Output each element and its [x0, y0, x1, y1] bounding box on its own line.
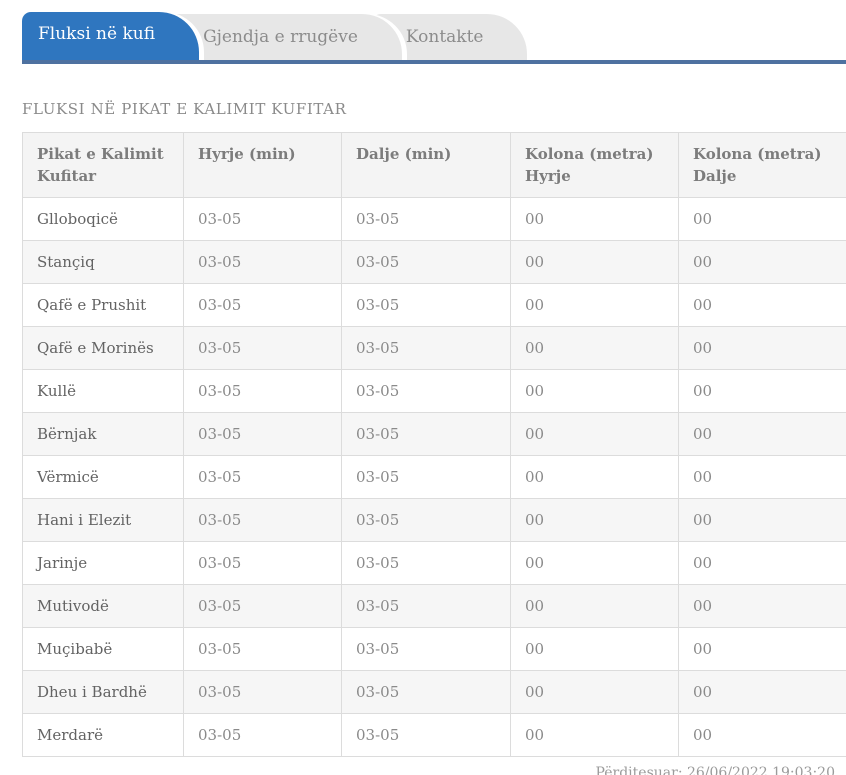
border-flow-table: Pikat e Kalimit Kufitar Hyrje (min) Dalj… [22, 132, 846, 757]
queue-entry-cell: 00 [510, 326, 679, 370]
table-row: Dheu i Bardhë 03-05 03-05 00 00 [22, 670, 846, 714]
exit-min-cell: 03-05 [341, 197, 511, 241]
table-row: Jarinje 03-05 03-05 00 00 [22, 541, 846, 585]
crossing-name-cell: Bërnjak [22, 412, 184, 456]
crossing-name-cell: Hani i Elezit [22, 498, 184, 542]
column-header-queue-exit: Kolona (metra) Dalje [678, 132, 846, 198]
queue-exit-cell: 00 [678, 541, 846, 585]
crossing-name-cell: Qafë e Morinës [22, 326, 184, 370]
queue-exit-cell: 00 [678, 326, 846, 370]
border-flow-table-wrap: Pikat e Kalimit Kufitar Hyrje (min) Dalj… [22, 132, 846, 757]
exit-min-cell: 03-05 [341, 627, 511, 671]
queue-exit-cell: 00 [678, 670, 846, 714]
entry-min-cell: 03-05 [183, 326, 342, 370]
queue-entry-cell: 00 [510, 670, 679, 714]
queue-entry-cell: 00 [510, 713, 679, 757]
exit-min-cell: 03-05 [341, 369, 511, 413]
crossing-name-cell: Merdarë [22, 713, 184, 757]
queue-entry-cell: 00 [510, 412, 679, 456]
exit-min-cell: 03-05 [341, 584, 511, 628]
exit-min-cell: 03-05 [341, 240, 511, 284]
entry-min-cell: 03-05 [183, 498, 342, 542]
crossing-name-cell: Mutivodë [22, 584, 184, 628]
page-title: FLUKSI NË PIKAT E KALIMIT KUFITAR [22, 100, 347, 118]
table-row: Qafë e Morinës 03-05 03-05 00 00 [22, 326, 846, 370]
exit-min-cell: 03-05 [341, 713, 511, 757]
exit-min-cell: 03-05 [341, 670, 511, 714]
table-row: Glloboqicë 03-05 03-05 00 00 [22, 197, 846, 241]
entry-min-cell: 03-05 [183, 670, 342, 714]
crossing-name-cell: Stançiq [22, 240, 184, 284]
table-row: Vërmicë 03-05 03-05 00 00 [22, 455, 846, 499]
entry-min-cell: 03-05 [183, 283, 342, 327]
exit-min-cell: 03-05 [341, 498, 511, 542]
entry-min-cell: 03-05 [183, 240, 342, 284]
queue-entry-cell: 00 [510, 197, 679, 241]
column-header-exit-min: Dalje (min) [341, 132, 511, 198]
queue-entry-cell: 00 [510, 627, 679, 671]
table-header-row: Pikat e Kalimit Kufitar Hyrje (min) Dalj… [22, 132, 846, 198]
exit-min-cell: 03-05 [341, 283, 511, 327]
exit-min-cell: 03-05 [341, 326, 511, 370]
exit-min-cell: 03-05 [341, 412, 511, 456]
table-row: Kullë 03-05 03-05 00 00 [22, 369, 846, 413]
table-row: Stançiq 03-05 03-05 00 00 [22, 240, 846, 284]
table-row: Hani i Elezit 03-05 03-05 00 00 [22, 498, 846, 542]
tab-gjendja-e-rrugeve[interactable]: Gjendja e rrugëve [169, 14, 402, 60]
table-row: Qafë e Prushit 03-05 03-05 00 00 [22, 283, 846, 327]
crossing-name-cell: Muçibabë [22, 627, 184, 671]
entry-min-cell: 03-05 [183, 197, 342, 241]
table-row: Merdarë 03-05 03-05 00 00 [22, 713, 846, 757]
table-row: Bërnjak 03-05 03-05 00 00 [22, 412, 846, 456]
queue-exit-cell: 00 [678, 283, 846, 327]
tab-bar: Fluksi në kufi Gjendja e rrugëve Kontakt… [22, 0, 846, 64]
exit-min-cell: 03-05 [341, 541, 511, 585]
exit-min-cell: 03-05 [341, 455, 511, 499]
entry-min-cell: 03-05 [183, 627, 342, 671]
column-header-queue-entry: Kolona (metra) Hyrje [510, 132, 679, 198]
queue-exit-cell: 00 [678, 412, 846, 456]
queue-entry-cell: 00 [510, 584, 679, 628]
queue-exit-cell: 00 [678, 713, 846, 757]
queue-exit-cell: 00 [678, 197, 846, 241]
entry-min-cell: 03-05 [183, 455, 342, 499]
crossing-name-cell: Kullë [22, 369, 184, 413]
entry-min-cell: 03-05 [183, 584, 342, 628]
last-updated-timestamp: Përditesuar: 26/06/2022 19:03:20 [595, 765, 835, 775]
queue-exit-cell: 00 [678, 627, 846, 671]
queue-exit-cell: 00 [678, 369, 846, 413]
column-header-crossing-points: Pikat e Kalimit Kufitar [22, 132, 184, 198]
table-row: Muçibabë 03-05 03-05 00 00 [22, 627, 846, 671]
table-row: Mutivodë 03-05 03-05 00 00 [22, 584, 846, 628]
entry-min-cell: 03-05 [183, 541, 342, 585]
tab-fluksi-ne-kufi[interactable]: Fluksi në kufi [22, 12, 200, 60]
entry-min-cell: 03-05 [183, 713, 342, 757]
queue-exit-cell: 00 [678, 240, 846, 284]
queue-entry-cell: 00 [510, 455, 679, 499]
crossing-name-cell: Qafë e Prushit [22, 283, 184, 327]
queue-exit-cell: 00 [678, 584, 846, 628]
queue-entry-cell: 00 [510, 541, 679, 585]
queue-entry-cell: 00 [510, 498, 679, 542]
column-header-entry-min: Hyrje (min) [183, 132, 342, 198]
entry-min-cell: 03-05 [183, 369, 342, 413]
crossing-name-cell: Jarinje [22, 541, 184, 585]
queue-entry-cell: 00 [510, 283, 679, 327]
queue-exit-cell: 00 [678, 498, 846, 542]
queue-exit-cell: 00 [678, 455, 846, 499]
crossing-name-cell: Vërmicë [22, 455, 184, 499]
queue-entry-cell: 00 [510, 240, 679, 284]
table-body: Glloboqicë 03-05 03-05 00 00 Stançiq 03-… [22, 197, 846, 757]
crossing-name-cell: Glloboqicë [22, 197, 184, 241]
queue-entry-cell: 00 [510, 369, 679, 413]
entry-min-cell: 03-05 [183, 412, 342, 456]
crossing-name-cell: Dheu i Bardhë [22, 670, 184, 714]
